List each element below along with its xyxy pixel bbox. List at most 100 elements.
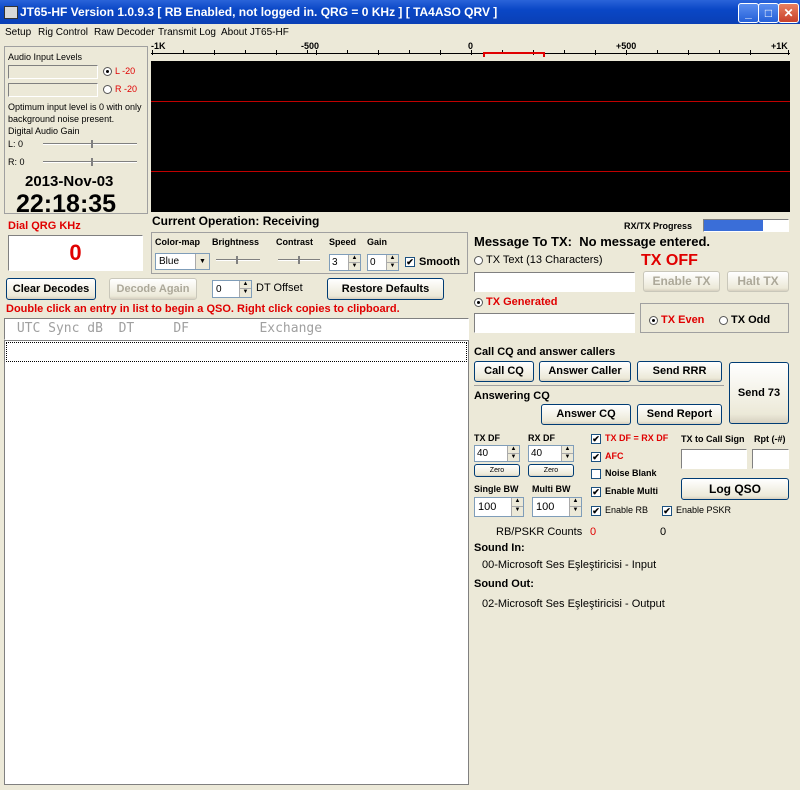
smooth-checkbox[interactable]: ✔ Smooth: [405, 256, 460, 268]
radio-left-channel[interactable]: L -20: [103, 66, 135, 77]
enable-pskr-checkbox[interactable]: ✔ Enable PSKR: [662, 505, 731, 516]
tx-to-call-input[interactable]: [681, 449, 747, 469]
restore-defaults-button[interactable]: Restore Defaults: [327, 278, 444, 300]
afc-label: AFC: [605, 451, 624, 461]
multi-bw-label: Multi BW: [532, 484, 571, 494]
progress-bar: [703, 219, 789, 232]
tx-text-radio-dot: [474, 255, 483, 265]
enable-rb-checkbox[interactable]: ✔ Enable RB: [591, 505, 648, 516]
rx-df-zero-button[interactable]: Zero: [528, 464, 574, 477]
rx-df-label: RX DF: [528, 433, 555, 443]
window-title: JT65-HF Version 1.0.9.3 [ RB Enabled, no…: [20, 5, 498, 19]
enable-rb-label: Enable RB: [605, 505, 649, 515]
smooth-check-mark: ✔: [405, 257, 415, 268]
noise-blank-checkbox[interactable]: Noise Blank: [591, 468, 657, 479]
speed-value: 3: [332, 257, 338, 268]
tx-df-spinner[interactable]: 40 ▲ ▼: [474, 445, 520, 462]
decode-list[interactable]: [4, 340, 469, 785]
l-gain-label: L: 0: [8, 139, 24, 149]
frequency-ruler: -1K -500 0 +500 +1K: [151, 41, 790, 61]
brightness-label: Brightness: [212, 237, 260, 247]
audio-levels-title: Audio Input Levels: [8, 52, 83, 62]
tx-even-label: TX Even: [661, 314, 705, 326]
gain-spinner[interactable]: 0 ▲ ▼: [367, 254, 399, 271]
menu-setup[interactable]: Setup: [5, 27, 31, 38]
send-report-button[interactable]: Send Report: [637, 404, 722, 425]
call-cq-button[interactable]: Call CQ: [474, 361, 534, 382]
audio-panel: Audio Input Levels L -20 R -20 Optimum i…: [4, 46, 148, 214]
answer-cq-button[interactable]: Answer CQ: [541, 404, 631, 425]
decode-list-selection[interactable]: [6, 342, 467, 362]
r-gain-slider[interactable]: [43, 158, 137, 166]
contrast-slider[interactable]: [278, 256, 320, 264]
tx-even-radio[interactable]: TX Even: [649, 314, 704, 326]
rb-pskr-counts-label: RB/PSKR Counts: [496, 526, 583, 538]
speed-spinner[interactable]: 3 ▲ ▼: [329, 254, 361, 271]
close-button[interactable]: ✕: [778, 3, 799, 23]
answer-caller-button[interactable]: Answer Caller: [539, 361, 631, 382]
minimize-button[interactable]: _: [738, 3, 759, 23]
radio-right-channel[interactable]: R -20: [103, 84, 138, 95]
enable-pskr-check-mark: ✔: [662, 505, 672, 516]
audio-note: Optimum input level is 0 with only backg…: [8, 102, 142, 124]
tx-text-input[interactable]: [474, 272, 635, 292]
enable-tx-button[interactable]: Enable TX: [643, 271, 720, 292]
tx-text-label: TX Text (13 Characters): [486, 254, 603, 266]
send-73-button[interactable]: Send 73: [729, 362, 789, 424]
multi-bw-spinner[interactable]: 100 ▲ ▼: [532, 497, 582, 517]
app-icon: [4, 6, 18, 19]
menu-about[interactable]: About JT65-HF: [221, 27, 289, 38]
menu-rig-control[interactable]: Rig Control: [38, 27, 88, 38]
dt-offset-spinner[interactable]: 0 ▲ ▼: [212, 280, 252, 298]
colormap-dropdown-arrow[interactable]: ▼: [195, 254, 209, 269]
tx-generated-input[interactable]: [474, 313, 635, 333]
radio-left-dot: [103, 67, 112, 77]
dial-qrg-label: Dial QRG KHz: [8, 220, 81, 232]
gain-value: 0: [370, 257, 376, 268]
speed-label: Speed: [329, 237, 357, 247]
tx-period-group: TX Even TX Odd: [640, 303, 789, 333]
rpt-input[interactable]: [752, 449, 789, 469]
menu-raw-decoder[interactable]: Raw Decoder: [94, 27, 155, 38]
afc-checkbox[interactable]: ✔ AFC: [591, 451, 624, 462]
maximize-button[interactable]: □: [758, 3, 779, 23]
single-bw-spinner[interactable]: 100 ▲ ▼: [474, 497, 524, 517]
rpt-label: Rpt (-#): [754, 434, 786, 444]
r-gain-label: R: 0: [8, 157, 25, 167]
enable-multi-label: Enable Multi: [605, 486, 659, 496]
tx-odd-radio[interactable]: TX Odd: [719, 314, 770, 326]
waterfall-separator-1: [151, 101, 790, 102]
pskr-count: 0: [660, 526, 667, 538]
rx-df-spinner[interactable]: 40 ▲ ▼: [528, 445, 574, 462]
level-meter-right: [8, 83, 98, 97]
single-bw-value: 100: [478, 501, 497, 513]
clear-decodes-button[interactable]: Clear Decodes: [6, 278, 96, 300]
tx-df-zero-button[interactable]: Zero: [474, 464, 520, 477]
sound-out-label: Sound Out:: [474, 578, 534, 590]
colormap-select[interactable]: Blue ▼: [155, 253, 210, 270]
noise-blank-label: Noise Blank: [605, 468, 657, 478]
tx-text-radio[interactable]: TX Text (13 Characters): [474, 254, 603, 266]
decode-again-button[interactable]: Decode Again: [109, 278, 197, 300]
send-rrr-button[interactable]: Send RRR: [637, 361, 722, 382]
brightness-slider[interactable]: [216, 256, 260, 264]
qso-divider: [474, 385, 724, 386]
tx-generated-radio[interactable]: TX Generated: [474, 296, 558, 308]
tx-generated-radio-dot: [474, 297, 483, 307]
halt-tx-button[interactable]: Halt TX: [727, 271, 789, 292]
enable-multi-checkbox[interactable]: ✔ Enable Multi: [591, 486, 658, 497]
sound-out-device: 02-Microsoft Ses Eşleştiricisi - Output: [482, 598, 665, 610]
right-level-label: R -20: [115, 84, 138, 94]
log-qso-button[interactable]: Log QSO: [681, 478, 789, 500]
level-meter-left: [8, 65, 98, 79]
l-gain-slider[interactable]: [43, 140, 137, 148]
title-bar: JT65-HF Version 1.0.9.3 [ RB Enabled, no…: [0, 0, 800, 24]
waterfall-display[interactable]: [151, 61, 790, 212]
smooth-label: Smooth: [419, 256, 460, 268]
menu-transmit-log[interactable]: Transmit Log: [158, 27, 216, 38]
menu-bar: Setup Rig Control Raw Decoder Transmit L…: [0, 24, 800, 40]
txdf-eq-rxdf-checkbox[interactable]: ✔ TX DF = RX DF: [591, 433, 668, 444]
cq-section-label: Call CQ and answer callers: [474, 346, 616, 358]
radio-right-dot: [103, 85, 112, 95]
tx-even-radio-dot: [649, 315, 658, 325]
